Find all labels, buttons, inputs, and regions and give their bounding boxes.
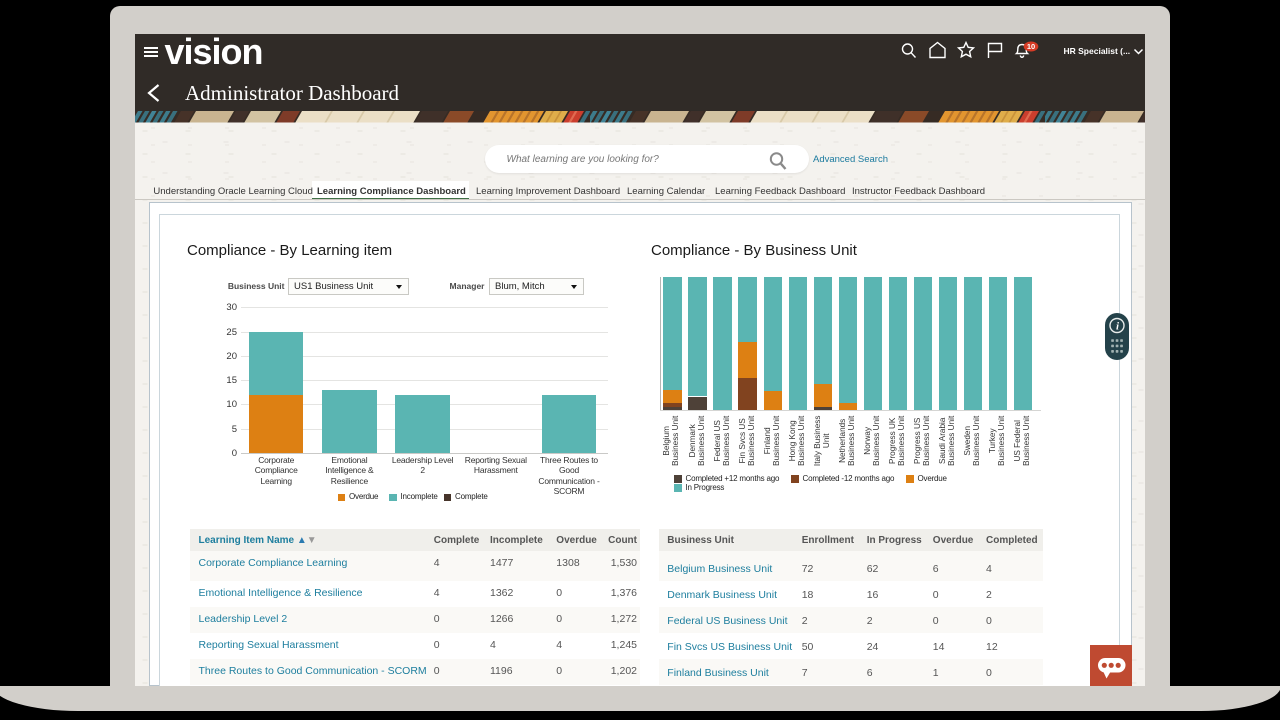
svg-text:10: 10 — [1026, 42, 1034, 51]
svg-text:i: i — [1116, 320, 1120, 332]
